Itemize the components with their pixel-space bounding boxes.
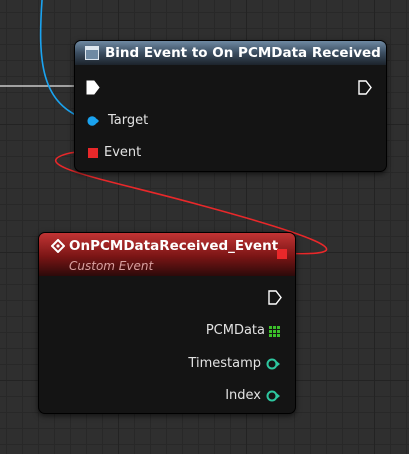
custom-event-node[interactable]: OnPCMDataReceived_Event Custom Event PCM…	[38, 232, 296, 414]
target-label: Target	[108, 113, 149, 128]
custom-event-title: OnPCMDataReceived_Event	[69, 238, 279, 254]
event-delegate-pin[interactable]	[88, 148, 98, 158]
pcmdata-label: PCMData	[205, 323, 265, 338]
exec-out-pin[interactable]	[268, 290, 282, 305]
timestamp-float-pin[interactable]	[266, 358, 280, 370]
bind-event-header[interactable]: Bind Event to On PCMData Received	[75, 41, 386, 65]
exec-out-pin[interactable]	[358, 80, 372, 95]
bind-event-node[interactable]: Bind Event to On PCMData Received Target…	[74, 40, 387, 172]
index-label: Index	[225, 388, 261, 403]
index-float-pin[interactable]	[266, 390, 280, 402]
custom-event-header[interactable]: OnPCMDataReceived_Event Custom Event	[39, 233, 295, 276]
exec-in-pin[interactable]	[86, 80, 100, 95]
event-output-delegate-pin[interactable]	[277, 249, 287, 259]
function-icon	[85, 46, 99, 60]
timestamp-label: Timestamp	[188, 356, 261, 371]
target-pin[interactable]	[87, 115, 99, 127]
pcmdata-array-pin[interactable]	[269, 326, 280, 337]
event-diamond-icon	[50, 238, 66, 257]
event-label: Event	[104, 145, 142, 160]
custom-event-subtitle: Custom Event	[69, 259, 154, 273]
bind-event-title: Bind Event to On PCMData Received	[105, 45, 381, 61]
